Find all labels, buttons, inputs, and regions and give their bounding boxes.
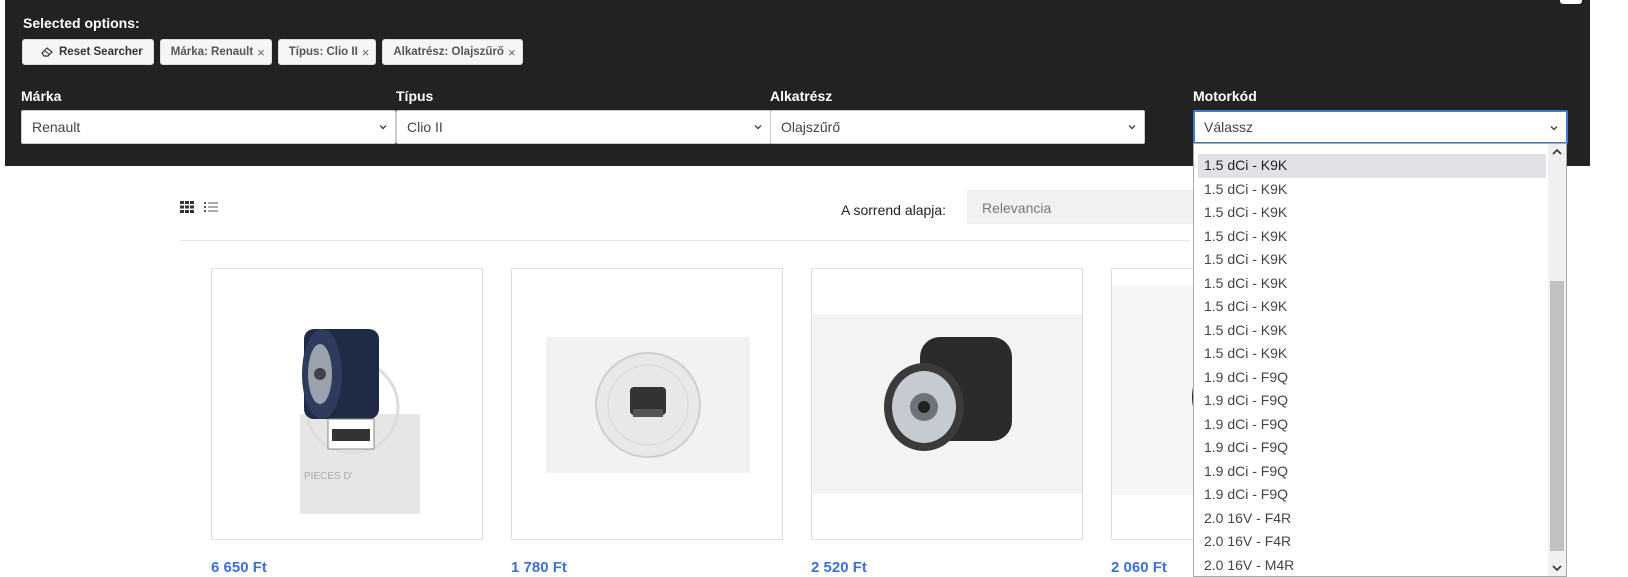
oil-filter-image: PIECES D'	[300, 329, 420, 514]
field-label: Márka	[21, 88, 62, 104]
chevron-down-icon	[379, 125, 387, 130]
toolbar-divider	[180, 240, 1190, 241]
reset-searcher-button[interactable]: Reset Searcher	[22, 39, 154, 65]
dropdown-option[interactable]: 1.9 dCi - F9Q	[1194, 389, 1546, 413]
field-label: Típus	[396, 88, 434, 104]
alkatresz-select[interactable]: Olajszűrő	[770, 110, 1145, 144]
product-card[interactable]: 1 780 Ft	[511, 268, 783, 576]
panel-close-button[interactable]	[1560, 0, 1582, 4]
field-label: Motorkód	[1193, 88, 1257, 104]
chip-label: Típus: Clio II	[288, 46, 358, 58]
chevron-down-icon	[754, 125, 762, 130]
sort-select[interactable]: Relevancia	[967, 190, 1227, 224]
sort-value: Relevancia	[982, 200, 1052, 216]
sort-label: A sorrend alapja:	[841, 202, 947, 218]
vehicle-searcher-panel: Selected options: Reset Searcher Márka: …	[5, 0, 1590, 166]
dropdown-option[interactable]: 1.5 dCi - K9K	[1194, 201, 1546, 225]
dropdown-option[interactable]: 1.5 dCi - K9K	[1194, 225, 1546, 249]
select-value: Válassz	[1204, 119, 1254, 135]
chip-tipus: Típus: Clio II ×	[277, 39, 377, 65]
product-card[interactable]: PIECES D' 6 650 Ft	[211, 268, 483, 576]
product-card[interactable]: 2 520 Ft	[811, 268, 1083, 576]
dropdown-option[interactable]: 1.9 dCi - F9Q	[1194, 413, 1546, 437]
product-toolbar: A sorrend alapja: Relevancia	[180, 190, 1227, 240]
dropdown-option[interactable]: 1.5 dCi - K9K	[1194, 272, 1546, 296]
dropdown-option[interactable]: 1.5 dCi - K9K	[1194, 295, 1546, 319]
select-value: Clio II	[407, 119, 443, 135]
selected-chips: Reset Searcher Márka: Renault × Típus: C…	[22, 39, 523, 65]
marka-select[interactable]: Renault	[21, 110, 396, 144]
product-image[interactable]: PIECES D'	[211, 268, 483, 540]
scrollbar-thumb[interactable]	[1550, 281, 1564, 551]
dropdown-option[interactable]: 1.9 dCi - F9Q	[1194, 366, 1546, 390]
dropdown-scrollbar[interactable]	[1548, 144, 1566, 576]
product-price: 2 520 Ft	[811, 559, 867, 576]
product-image[interactable]	[511, 268, 783, 540]
scroll-up-icon[interactable]	[1548, 144, 1566, 160]
chip-remove-icon[interactable]: ×	[508, 45, 516, 60]
select-value: Olajszűrő	[781, 119, 841, 135]
chip-label: Alkatrész: Olajszűrő	[393, 46, 504, 58]
svg-text:PIECES D': PIECES D'	[304, 471, 353, 482]
dropdown-option[interactable]: 1.5 dCi - K9K	[1194, 248, 1546, 272]
product-price: 6 650 Ft	[211, 559, 267, 576]
motorkod-select[interactable]: Válassz	[1193, 110, 1568, 144]
scroll-down-icon[interactable]	[1548, 560, 1566, 576]
field-motorkod: Motorkód Válassz	[1193, 88, 1568, 144]
grid-view-icon[interactable]	[180, 201, 194, 213]
chip-alkatresz: Alkatrész: Olajszűrő ×	[382, 39, 523, 65]
dropdown-option[interactable]: 1.9 dCi - F9Q	[1194, 483, 1546, 507]
chip-marka: Márka: Renault ×	[159, 39, 272, 65]
oil-filter-image	[812, 314, 1082, 494]
field-alkatresz: Alkatrész Olajszűrő	[770, 88, 1145, 144]
oil-filter-image	[546, 337, 750, 473]
field-marka: Márka Renault	[21, 88, 396, 144]
dropdown-options: 1.5 dCi - K9K 1.5 dCi - K9K 1.5 dCi - K9K 1…	[1194, 154, 1546, 577]
product-price: 1 780 Ft	[511, 559, 567, 576]
view-toggle	[180, 201, 218, 213]
dropdown-option[interactable]: 1.5 dCi - K9K	[1198, 154, 1546, 178]
field-tipus: Típus Clio II	[396, 88, 771, 144]
dropdown-option[interactable]: 1.5 dCi - K9K	[1194, 319, 1546, 343]
dropdown-option[interactable]: 1.9 dCi - F9Q	[1194, 460, 1546, 484]
selected-options-title: Selected options:	[23, 15, 140, 31]
eraser-icon	[41, 47, 53, 57]
field-label: Alkatrész	[770, 88, 833, 104]
chevron-down-icon	[1128, 125, 1136, 130]
chevron-down-icon	[1550, 126, 1558, 131]
list-view-icon[interactable]	[204, 201, 218, 213]
tipus-select[interactable]: Clio II	[396, 110, 771, 144]
product-image[interactable]	[811, 268, 1083, 540]
dropdown-option[interactable]: 1.5 dCi - K9K	[1194, 178, 1546, 202]
dropdown-option[interactable]: 2.0 16V - M4R	[1194, 554, 1546, 577]
motorkod-dropdown-list[interactable]: 1.5 dCi - K9K 1.5 dCi - K9K 1.5 dCi - K9K 1…	[1193, 143, 1567, 577]
dropdown-option[interactable]: 1.9 dCi - F9Q	[1194, 436, 1546, 460]
chip-label: Márka: Renault	[170, 46, 254, 58]
dropdown-option[interactable]: 2.0 16V - F4R	[1194, 530, 1546, 554]
dropdown-option[interactable]: 1.5 dCi - K9K	[1194, 342, 1546, 366]
chip-remove-icon[interactable]: ×	[257, 45, 265, 60]
select-value: Renault	[32, 119, 81, 135]
chip-remove-icon[interactable]: ×	[362, 45, 370, 60]
dropdown-option[interactable]: 2.0 16V - F4R	[1194, 507, 1546, 531]
reset-searcher-label: Reset Searcher	[59, 46, 143, 58]
